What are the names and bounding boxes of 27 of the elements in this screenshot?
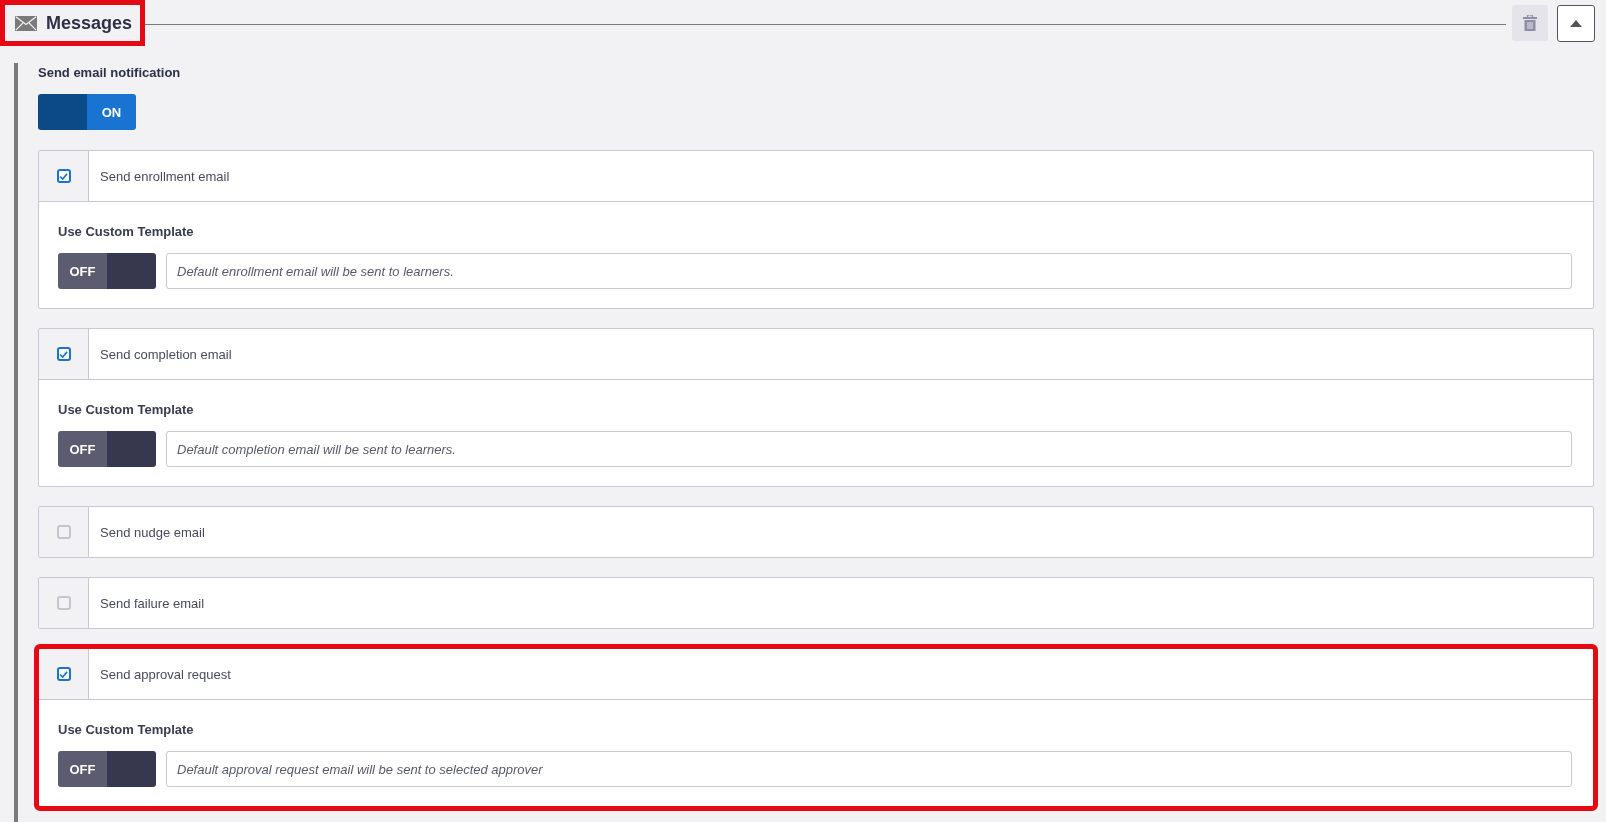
template-input[interactable]: Default completion email will be sent to learners. [166,431,1572,467]
section-title: Messages [46,12,133,34]
option-label: Send nudge email [99,524,205,540]
envelope-icon [15,15,37,31]
template-input[interactable]: Default enrollment email will be sent to learners. [166,253,1572,289]
triangle-up-icon [1570,19,1582,27]
delete-button[interactable] [1512,5,1548,41]
option-label: Send failure email [99,595,205,611]
collapse-button[interactable] [1557,4,1595,42]
checkbox[interactable] [56,169,71,183]
checkbox[interactable] [56,596,71,610]
setting-label: Use Custom Template [58,721,195,738]
option-label: Send completion email [99,346,232,362]
checkbox[interactable] [56,347,71,361]
toggle-switch[interactable]: OFF [58,751,156,787]
setting-label: Send email notification [38,64,182,82]
setting-label: Use Custom Template [58,223,195,240]
option-label: Send approval request [99,666,231,682]
option-label: Send enrollment email [99,168,230,184]
toggle-switch[interactable]: OFF [58,253,156,289]
trash-icon [1523,15,1537,31]
toggle-switch[interactable]: ON [38,94,136,130]
checkbox[interactable] [56,525,71,539]
checkbox[interactable] [56,667,71,681]
toggle-switch[interactable]: OFF [58,431,156,467]
setting-label: Use Custom Template [58,401,195,418]
template-input[interactable]: Default approval request email will be sent to selected approver [166,751,1572,787]
